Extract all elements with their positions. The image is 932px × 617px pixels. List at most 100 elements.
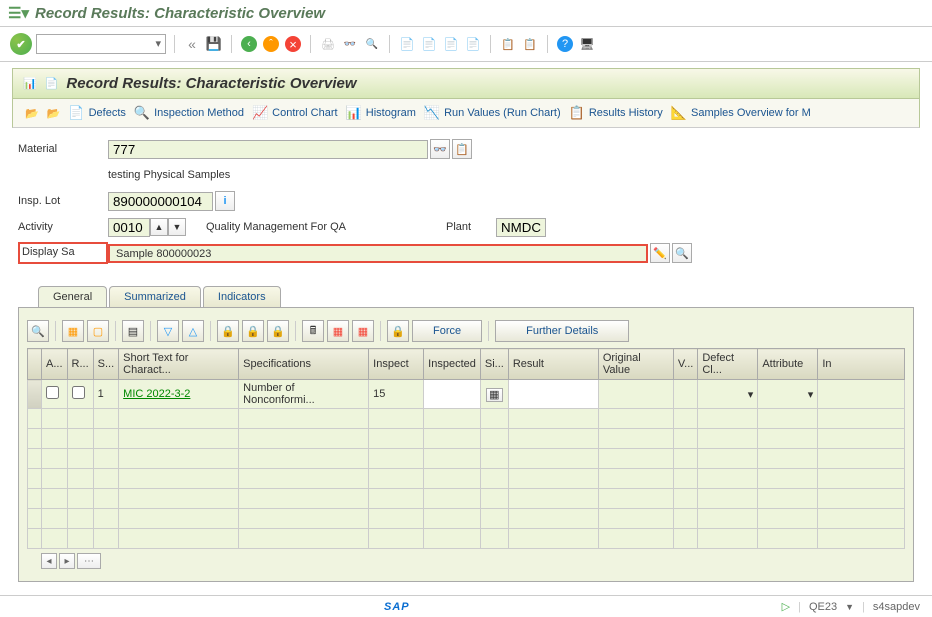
col-short-text[interactable]: Short Text for Charact... (119, 349, 239, 380)
grid1-icon[interactable]: ▦ (327, 320, 349, 342)
last-page-icon[interactable] (464, 35, 482, 53)
lock3-icon[interactable]: 🔒 (267, 320, 289, 342)
new-session-icon[interactable]: 📋 (499, 35, 517, 53)
col-specifications[interactable]: Specifications (239, 349, 369, 380)
enter-button[interactable]: ✔ (10, 33, 32, 55)
col-r[interactable]: R... (67, 349, 93, 380)
layout-icon[interactable] (578, 35, 596, 53)
exit-icon[interactable] (262, 35, 280, 53)
checkbox-r[interactable] (72, 386, 85, 399)
cell-attribute[interactable]: ▾ (758, 380, 818, 409)
row-selector-header[interactable] (28, 349, 42, 380)
cell-result[interactable] (508, 380, 598, 409)
grid2-icon[interactable]: ▦ (352, 320, 374, 342)
find-icon (341, 35, 359, 53)
results-history-button[interactable]: 📋Results History (569, 105, 663, 121)
further-details-button[interactable]: Further Details (495, 320, 629, 342)
command-field[interactable] (36, 34, 166, 54)
activity-up-button[interactable]: ▲ (150, 218, 168, 236)
force-button[interactable]: Force (412, 320, 482, 342)
col-down-icon[interactable]: △ (182, 320, 204, 342)
status-bar: SAP ▷ | QE23 ▼ | s4sapdev (0, 595, 932, 617)
tab-general[interactable]: General (38, 286, 107, 307)
row-selector[interactable] (28, 380, 42, 409)
panel-icon1[interactable]: 📊 (23, 77, 37, 90)
edit-sample-button[interactable]: ✏️ (650, 243, 670, 263)
menu-icon[interactable]: ☰▾ (8, 4, 29, 22)
col-inspected[interactable]: Inspected (424, 349, 481, 380)
save-icon[interactable] (205, 35, 223, 53)
panel-icon2[interactable]: 📄 (45, 77, 59, 90)
sort-asc-icon[interactable]: ▤ (122, 320, 144, 342)
expand-icon[interactable]: 📂 (25, 107, 39, 120)
cell-short-text[interactable]: MIC 2022-3-2 (119, 380, 239, 409)
deselect-icon[interactable]: ▢ (87, 320, 109, 342)
table-row[interactable]: 1 MIC 2022-3-2 Number of Nonconformi... … (28, 380, 905, 409)
col-inspect[interactable]: Inspect (369, 349, 424, 380)
shortcut-icon[interactable]: 📋 (521, 35, 539, 53)
scroll-controls: ◂ ▸ ⋯ (41, 553, 905, 569)
select-all-icon[interactable]: ▦ (62, 320, 84, 342)
col-original[interactable]: Original Value (598, 349, 673, 380)
back-icon[interactable] (240, 35, 258, 53)
scroll-left-icon[interactable]: ◂ (41, 553, 57, 569)
status-arrow-icon[interactable]: ▷ (782, 600, 790, 613)
samples-overview-button[interactable]: 📐Samples Overview for M (671, 105, 811, 121)
material-label: Material (18, 143, 108, 155)
help-icon[interactable] (556, 35, 574, 53)
cell-inspected[interactable] (424, 380, 481, 409)
col-up-icon[interactable]: ▽ (157, 320, 179, 342)
defects-button[interactable]: 📄Defects (68, 105, 125, 121)
lock1-icon[interactable]: 🔒 (217, 320, 239, 342)
tab-body: 🔍 ▦ ▢ ▤ ▽ △ 🔒 🔒 🔒 🖩 ▦ ▦ 🔒 Force Further … (18, 307, 914, 582)
activity-down-button[interactable]: ▼ (168, 218, 186, 236)
run-values-button[interactable]: 📉Run Values (Run Chart) (424, 105, 561, 121)
col-attribute[interactable]: Attribute (758, 349, 818, 380)
cancel-icon[interactable] (284, 35, 302, 53)
tab-indicators[interactable]: Indicators (203, 286, 281, 307)
lock2-icon[interactable]: 🔒 (242, 320, 264, 342)
collapse-icon[interactable]: 📂 (47, 107, 61, 120)
col-a[interactable]: A... (42, 349, 68, 380)
first-page-icon[interactable] (398, 35, 416, 53)
col-v[interactable]: V... (673, 349, 698, 380)
view-sample-button[interactable]: 🔍 (672, 243, 692, 263)
col-result[interactable]: Result (508, 349, 598, 380)
material-copy-button[interactable]: 📋 (452, 139, 472, 159)
histogram-button[interactable]: 📊Histogram (346, 105, 416, 121)
insp-lot-info-button[interactable]: i (215, 191, 235, 211)
col-config-icon[interactable]: ⋯ (77, 553, 101, 569)
plant-field[interactable] (496, 218, 546, 237)
cell-si[interactable]: ▦ (480, 380, 508, 409)
col-s[interactable]: S... (93, 349, 119, 380)
back-history-icon[interactable] (183, 35, 201, 53)
scroll-right-icon[interactable]: ▸ (59, 553, 75, 569)
cell-s: 1 (93, 380, 119, 409)
material-search-button[interactable]: 👓 (430, 139, 450, 159)
material-field[interactable] (108, 140, 428, 159)
si-button-icon[interactable]: ▦ (486, 388, 502, 402)
next-page-icon[interactable] (442, 35, 460, 53)
prev-page-icon[interactable] (420, 35, 438, 53)
col-in[interactable]: In (818, 349, 905, 380)
cell-specs: Number of Nonconformi... (239, 380, 369, 409)
details-icon[interactable]: 🔍 (27, 320, 49, 342)
inspection-method-button[interactable]: 🔍Inspection Method (134, 105, 244, 121)
checkbox-a[interactable] (46, 386, 59, 399)
mic-link[interactable]: MIC 2022-3-2 (123, 388, 190, 400)
activity-field[interactable] (108, 218, 150, 237)
col-si[interactable]: Si... (480, 349, 508, 380)
table-row (28, 529, 905, 549)
col-defect[interactable]: Defect Cl... (698, 349, 758, 380)
insp-lot-label: Insp. Lot (18, 195, 108, 207)
table-row (28, 509, 905, 529)
cell-defect[interactable]: ▾ (698, 380, 758, 409)
cell-a[interactable] (42, 380, 68, 409)
calc-icon[interactable]: 🖩 (302, 320, 324, 342)
insp-lot-field[interactable] (108, 192, 213, 211)
tab-summarized[interactable]: Summarized (109, 286, 201, 307)
table-row (28, 449, 905, 469)
cell-r[interactable] (67, 380, 93, 409)
control-chart-button[interactable]: 📈Control Chart (252, 105, 338, 121)
lock-main-icon[interactable]: 🔒 (387, 320, 409, 342)
